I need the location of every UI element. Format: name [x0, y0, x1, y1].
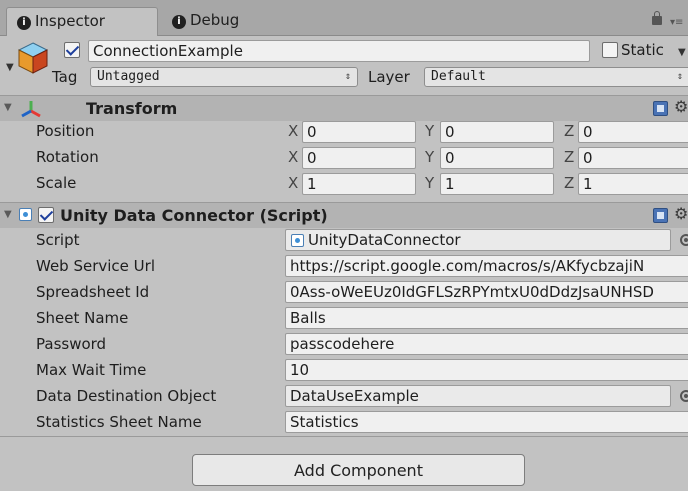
spreadsheet-id-label: Spreadsheet Id — [36, 283, 150, 301]
transform-title: Transform — [86, 99, 178, 118]
rotation-label: Rotation — [36, 148, 99, 166]
statistics-sheet-name-label: Statistics Sheet Name — [36, 413, 202, 431]
script-enabled-checkbox[interactable] — [38, 207, 54, 223]
object-picker-icon[interactable] — [680, 390, 688, 402]
help-book-icon[interactable] — [653, 208, 668, 223]
foldout-arrow-icon[interactable]: ▼ — [4, 209, 12, 220]
script-reference-field[interactable]: UnityDataConnector — [285, 229, 671, 251]
help-book-icon[interactable] — [653, 101, 668, 116]
script-component-title: Unity Data Connector (Script) — [60, 206, 328, 225]
position-y-field[interactable]: 0 — [440, 121, 554, 143]
foldout-arrow-icon[interactable]: ▼ — [4, 102, 12, 113]
statistics-sheet-name-field[interactable]: Statistics — [285, 411, 688, 433]
tag-value: Untagged — [97, 69, 160, 84]
transform-axis-icon — [21, 101, 41, 118]
context-menu-icon[interactable]: ▾≡ — [670, 17, 683, 28]
password-field[interactable]: passcodehere — [285, 333, 688, 355]
scale-x-field[interactable]: 1 — [302, 173, 416, 195]
position-y-label: Y — [425, 122, 435, 140]
scale-y-field[interactable]: 1 — [440, 173, 554, 195]
lock-icon[interactable] — [652, 11, 662, 25]
object-name-field[interactable]: ConnectionExample — [88, 40, 590, 62]
chevron-updown-icon: ⇕ — [344, 71, 351, 82]
active-checkbox[interactable] — [64, 42, 80, 58]
tab-inspector-label: Inspector — [35, 12, 105, 30]
transform-header[interactable]: ▼ Transform ⚙ — [0, 95, 688, 121]
tab-inspector[interactable]: i Inspector — [6, 7, 158, 36]
rotation-x-label: X — [288, 148, 299, 166]
position-z-label: Z — [564, 122, 575, 140]
tag-label: Tag — [52, 68, 78, 86]
divider — [0, 436, 688, 437]
spreadsheet-id-field[interactable]: 0Ass-oWeEUz0IdGFLSzRPYmtxU0dDdzJsaUNHSD — [285, 281, 688, 303]
position-z-field[interactable]: 0 — [578, 121, 688, 143]
scale-y-label: Y — [425, 174, 435, 192]
web-service-url-field[interactable]: https://script.google.com/macros/s/AKfyc… — [285, 255, 688, 277]
chevron-updown-icon: ⇕ — [677, 71, 684, 82]
tab-debug-label: Debug — [190, 11, 240, 29]
rotation-y-label: Y — [425, 148, 435, 166]
script-label: Script — [36, 231, 80, 249]
static-dropdown-arrow-icon[interactable]: ▼ — [678, 47, 686, 58]
scale-label: Scale — [36, 174, 77, 192]
object-picker-icon[interactable] — [680, 234, 688, 246]
rotation-x-field[interactable]: 0 — [302, 147, 416, 169]
layer-value: Default — [431, 69, 486, 84]
info-icon: i — [172, 15, 186, 29]
sheet-name-label: Sheet Name — [36, 309, 129, 327]
position-label: Position — [36, 122, 95, 140]
rotation-z-field[interactable]: 0 — [578, 147, 688, 169]
layer-dropdown[interactable]: Default ⇕ — [424, 67, 688, 87]
position-x-label: X — [288, 122, 299, 140]
icon-dropdown-arrow-icon[interactable]: ▼ — [6, 62, 14, 73]
static-label: Static — [621, 41, 664, 59]
position-x-field[interactable]: 0 — [302, 121, 416, 143]
rotation-z-label: Z — [564, 148, 575, 166]
data-destination-object-label: Data Destination Object — [36, 387, 217, 405]
csharp-script-icon — [291, 234, 304, 247]
data-destination-object-field[interactable]: DataUseExample — [285, 385, 671, 407]
sheet-name-field[interactable]: Balls — [285, 307, 688, 329]
script-reference-value: UnityDataConnector — [308, 231, 461, 249]
info-icon: i — [17, 16, 31, 30]
gameobject-cube-icon — [17, 42, 49, 74]
tab-bar: i Inspector i Debug ▾≡ — [0, 0, 688, 36]
tab-debug[interactable]: i Debug — [162, 7, 270, 36]
gear-icon[interactable]: ⚙ — [674, 97, 688, 116]
gear-icon[interactable]: ⚙ — [674, 204, 688, 223]
scale-z-field[interactable]: 1 — [578, 173, 688, 195]
add-component-button[interactable]: Add Component — [192, 454, 525, 486]
max-wait-time-field[interactable]: 10 — [285, 359, 688, 381]
tag-dropdown[interactable]: Untagged ⇕ — [90, 67, 358, 87]
scale-x-label: X — [288, 174, 299, 192]
scale-z-label: Z — [564, 174, 575, 192]
csharp-script-icon — [19, 208, 32, 221]
web-service-url-label: Web Service Url — [36, 257, 155, 275]
max-wait-time-label: Max Wait Time — [36, 361, 147, 379]
password-label: Password — [36, 335, 107, 353]
layer-label: Layer — [368, 68, 410, 86]
script-component-header[interactable]: ▼ Unity Data Connector (Script) ⚙ — [0, 202, 688, 228]
static-checkbox[interactable] — [602, 42, 618, 58]
rotation-y-field[interactable]: 0 — [440, 147, 554, 169]
